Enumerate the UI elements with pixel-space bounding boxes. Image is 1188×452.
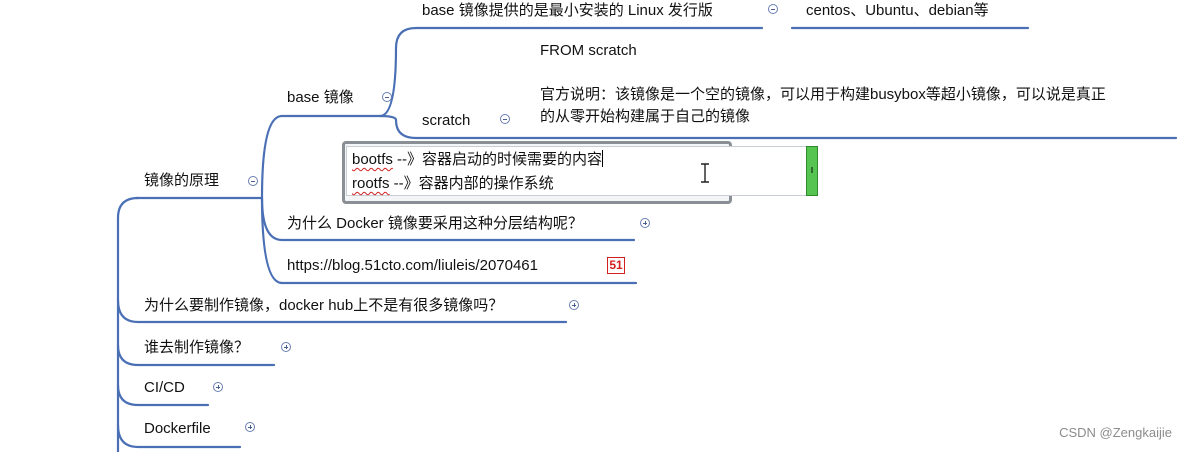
topic-who-makes-image[interactable]: 谁去制作镜像？ — [144, 338, 249, 358]
minus-circle-icon[interactable] — [768, 4, 778, 14]
topic-dockerfile[interactable]: Dockerfile — [144, 419, 211, 439]
edit-text-bootfs-desc: --》容器启动的时候需要的内容 — [392, 151, 603, 168]
minus-circle-icon[interactable] — [248, 176, 258, 186]
i-beam-cursor-icon — [701, 163, 709, 183]
topic-edit-textbox[interactable]: bootfs --》容器启动的时候需要的内容 rootfs --》容器内部的操作… — [346, 146, 818, 196]
site-51cto-badge[interactable]: 51 — [607, 257, 625, 274]
spellcheck-word-rootfs: rootfs — [352, 175, 390, 192]
edit-text-rootfs-desc: --》容器内部的操作系统 — [389, 175, 554, 192]
topic-minimal-linux[interactable]: base 镜像提供的是最小安装的 Linux 发行版 — [422, 1, 713, 21]
topic-cicd[interactable]: CI/CD — [144, 378, 185, 398]
note-line-official-desc: 官方说明：该镜像是一个空的镜像，可以用于构建busybox等超小镜像，可以说是真… — [540, 86, 1106, 103]
plus-circle-icon[interactable] — [281, 342, 291, 352]
note-line-official-desc-cont: 的从零开始构建属于自己的镜像 — [540, 108, 751, 125]
watermark: CSDN @Zengkaijie — [1059, 425, 1172, 440]
note-line-from-scratch: FROM scratch — [540, 42, 637, 59]
edit-line-bootfs[interactable]: bootfs --》容器启动的时候需要的内容 — [352, 150, 604, 170]
topic-blog-link[interactable]: https://blog.51cto.com/liuleis/2070461 — [287, 256, 538, 276]
edit-box-scrollbar[interactable] — [806, 146, 818, 196]
topic-scratch[interactable]: scratch — [422, 111, 470, 131]
topic-image-principle[interactable]: 镜像的原理 — [144, 171, 219, 191]
mindmap-canvas: 镜像的原理 base 镜像 base 镜像提供的是最小安装的 Linux 发行版… — [0, 0, 1188, 452]
plus-circle-icon[interactable] — [640, 218, 650, 228]
topic-why-make-image[interactable]: 为什么要制作镜像，docker hub上不是有很多镜像吗？ — [144, 296, 503, 316]
minus-circle-icon[interactable] — [382, 92, 392, 102]
spellcheck-word-bootfs: bootfs — [352, 151, 393, 168]
minus-circle-icon[interactable] — [500, 114, 510, 124]
text-caret — [602, 150, 604, 167]
edit-line-rootfs[interactable]: rootfs --》容器内部的操作系统 — [352, 174, 554, 194]
topic-base-image[interactable]: base 镜像 — [287, 88, 354, 108]
scratch-note: FROM scratch 官方说明：该镜像是一个空的镜像，可以用于构建busyb… — [540, 40, 1106, 128]
plus-circle-icon[interactable] — [213, 382, 223, 392]
plus-circle-icon[interactable] — [245, 422, 255, 432]
plus-circle-icon[interactable] — [569, 300, 579, 310]
topic-why-layered[interactable]: 为什么 Docker 镜像要采用这种分层结构呢？ — [287, 214, 583, 234]
topic-distro-examples[interactable]: centos、Ubuntu、debian等 — [806, 1, 989, 21]
